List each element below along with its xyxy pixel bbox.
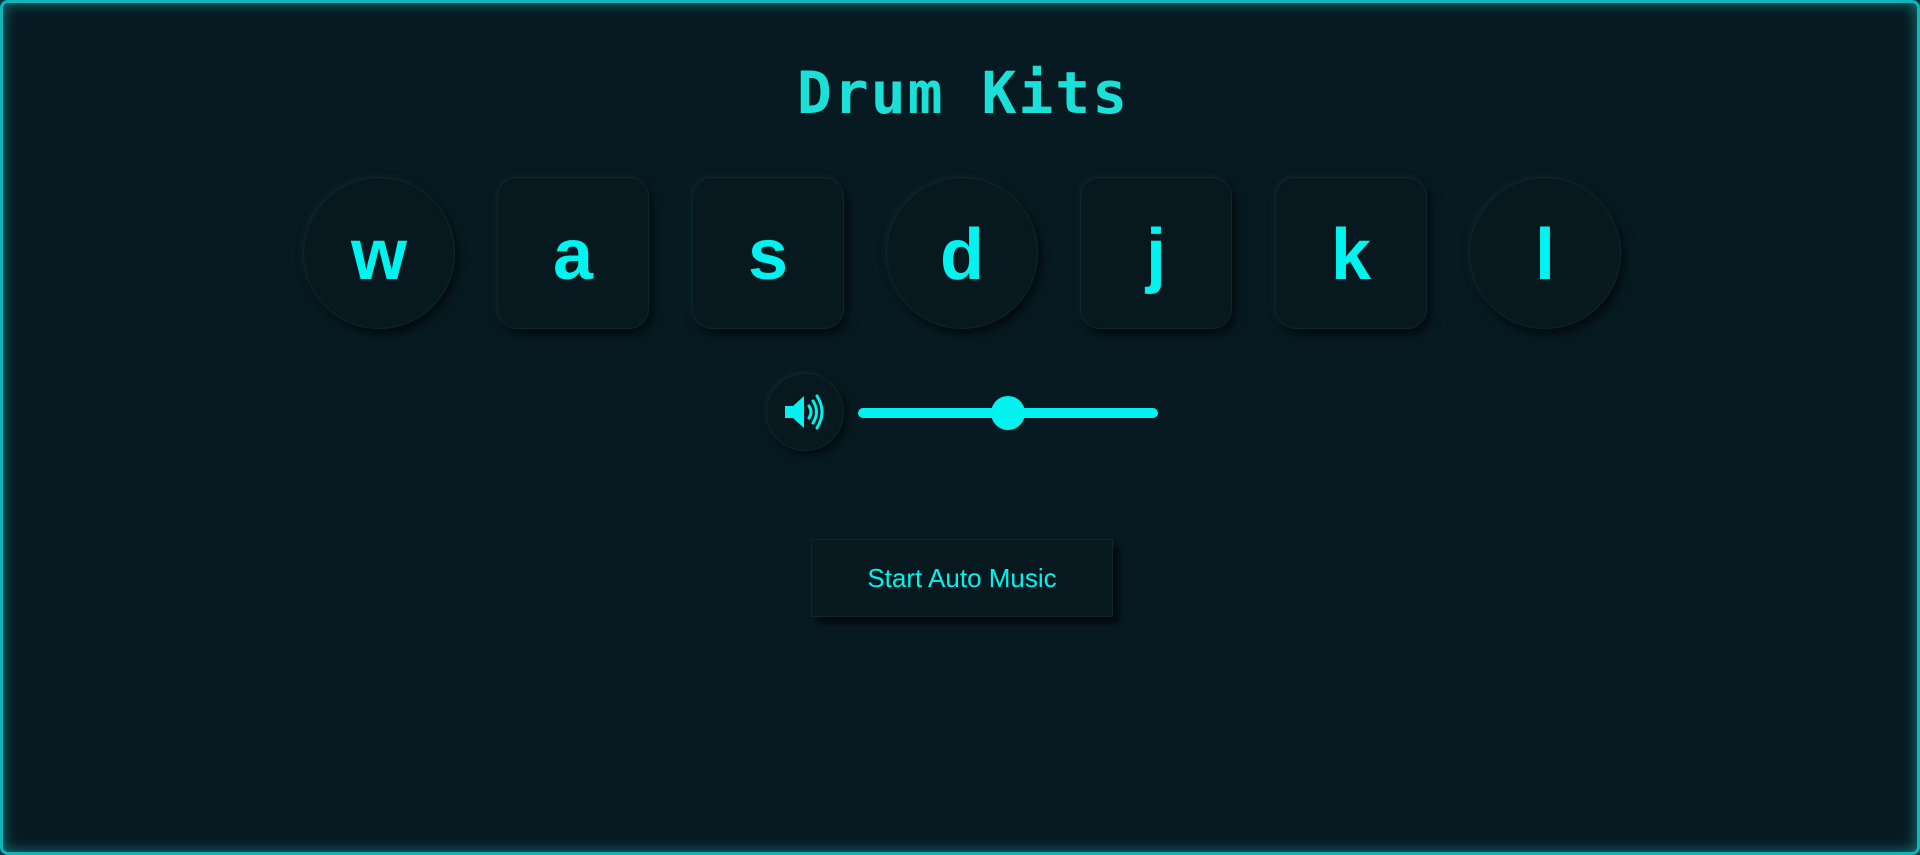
drum-pad-key-label: d — [940, 215, 984, 295]
drum-pad-key-label: k — [1330, 215, 1372, 295]
drum-pad-key-label: s — [747, 215, 789, 295]
start-auto-music-button[interactable]: Start Auto Music — [811, 539, 1113, 617]
drum-pad-j[interactable]: j — [1080, 177, 1232, 329]
drum-pad-key-label: w — [350, 215, 407, 295]
drum-pad-s[interactable]: s — [692, 177, 844, 329]
app-frame: Drum Kits w a s d j k l Start Auto Music — [0, 0, 1920, 855]
volume-slider[interactable] — [858, 394, 1158, 432]
drum-pad-k[interactable]: k — [1275, 177, 1427, 329]
drum-pad-key-label: l — [1534, 215, 1555, 295]
speaker-volume-icon — [785, 394, 824, 430]
drum-pad-key-label: a — [552, 215, 594, 295]
page-title: Drum Kits — [796, 59, 1130, 127]
drum-pad-w[interactable]: w — [303, 177, 455, 329]
drum-pad-a[interactable]: a — [497, 177, 649, 329]
drum-pad-d[interactable]: d — [886, 177, 1038, 329]
volume-slider-thumb[interactable] — [991, 396, 1025, 430]
drum-pad-key-label: j — [1145, 215, 1166, 295]
drum-pad-l[interactable]: l — [1469, 177, 1621, 329]
mute-toggle-button[interactable] — [766, 373, 844, 451]
